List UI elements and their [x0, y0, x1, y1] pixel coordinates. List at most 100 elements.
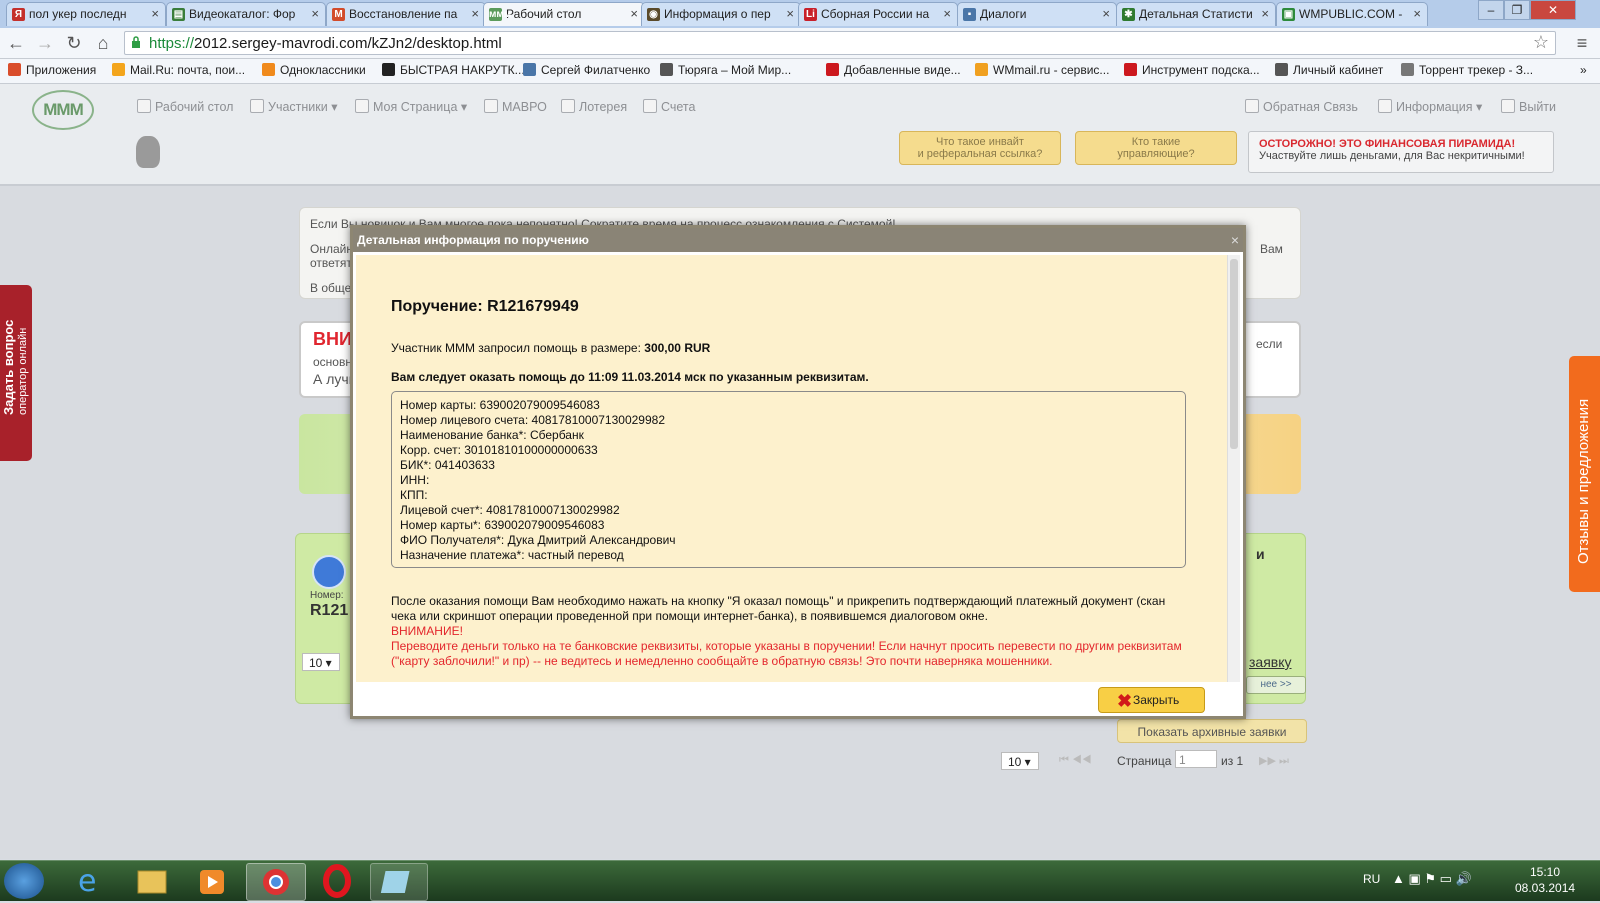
nav-my-page[interactable]: Моя Страница ▾ — [355, 99, 467, 114]
nav-mavro[interactable]: МАВРО — [484, 99, 547, 114]
file-explorer-icon[interactable] — [126, 863, 176, 899]
bookmark-favicon-icon — [1275, 63, 1288, 76]
bookmark-item[interactable]: Одноклассники — [262, 63, 366, 77]
bookmark-favicon-icon — [1124, 63, 1137, 76]
last-page-icon[interactable]: ▶▶ ⏭ — [1259, 754, 1289, 768]
bookmark-item[interactable]: БЫСТРАЯ НАКРУТК... — [382, 63, 525, 77]
clock-time[interactable]: 15:10 — [1530, 865, 1560, 879]
close-modal-button[interactable]: ✖ Закрыть — [1098, 687, 1205, 713]
browser-tab[interactable]: Li Сборная России на × — [798, 2, 958, 26]
bookmark-item[interactable]: Сергей Филатченко — [523, 63, 650, 77]
browser-tab[interactable]: ▣ WMPUBLIC.COM - × — [1276, 2, 1428, 26]
play-icon[interactable] — [312, 555, 346, 589]
tray-icons[interactable]: ▲ ▣ ⚑ ▭ 🔊 — [1392, 871, 1472, 887]
nav-accounts[interactable]: Счета — [643, 99, 695, 114]
nav-my-page-label: Моя Страница ▾ — [373, 100, 468, 114]
bookmark-item[interactable]: Инструмент подска... — [1124, 63, 1260, 77]
nav-lottery[interactable]: Лотерея — [561, 99, 627, 114]
ask-question-widget[interactable]: Задать вопрос оператор онлайн — [0, 285, 32, 461]
maximize-button[interactable]: ❐ — [1504, 0, 1530, 20]
bookmark-item[interactable]: Mail.Ru: почта, пои... — [112, 63, 245, 77]
nav-information-label: Информация ▾ — [1396, 100, 1483, 114]
managers-info-line2: управляющие? — [1117, 148, 1195, 160]
bookmark-item[interactable]: Добавленные виде... — [826, 63, 961, 77]
notice-line3: ответят — [310, 256, 352, 270]
tab-close-icon[interactable]: × — [311, 6, 319, 21]
chrome-icon[interactable] — [246, 863, 306, 901]
archive-requests-button[interactable]: Показать архивные заявки — [1117, 719, 1307, 743]
nav-information-icon — [1378, 99, 1392, 113]
language-indicator[interactable]: RU — [1363, 872, 1380, 886]
modal-close-icon[interactable]: × — [1231, 228, 1239, 252]
home-icon[interactable]: ⌂ — [91, 32, 115, 54]
bookmark-item[interactable]: Личный кабинет — [1275, 63, 1383, 77]
invite-info-button[interactable]: Что такое инвайт и реферальная ссылка? — [899, 131, 1061, 165]
per-page-select[interactable]: 10 ▾ — [1001, 752, 1039, 770]
ask-question-sub: оператор онлайн — [17, 327, 29, 415]
back-icon[interactable]: ← — [4, 32, 28, 54]
order-title: Поручение: R121679949 — [391, 298, 579, 315]
bookmark-item[interactable]: Приложения — [8, 63, 96, 77]
browser-tab[interactable]: ▪ Диалоги × — [957, 2, 1117, 26]
browser-tab[interactable]: ✱ Детальная Статисти × — [1116, 2, 1276, 26]
browser-tab[interactable]: ◉ Информация о пер × — [641, 2, 801, 26]
nav-feedback[interactable]: Обратная Связь — [1245, 99, 1358, 114]
first-page-icon[interactable]: ⏮ ◀◀ — [1059, 754, 1092, 767]
bookmark-item[interactable]: WMmail.ru - сервис... — [975, 63, 1109, 77]
page-input[interactable]: 1 — [1175, 750, 1217, 768]
tab-favicon-icon: ммм — [489, 8, 512, 21]
menu-icon[interactable]: ≡ — [1570, 32, 1594, 54]
opera-icon[interactable] — [312, 863, 362, 899]
tab-close-icon[interactable]: × — [943, 6, 951, 21]
more-bookmarks-icon[interactable]: » — [1580, 63, 1587, 77]
browser-tab[interactable]: ммм Рабочий стол × — [483, 2, 645, 26]
notes-app-icon[interactable] — [370, 863, 428, 901]
window-close-button[interactable]: ✕ — [1530, 0, 1576, 20]
more-button[interactable]: нее >> — [1246, 676, 1306, 694]
alert-line1: основн — [313, 355, 352, 369]
fraud-warning-label: ВНИМАНИЕ! — [391, 624, 463, 638]
nav-desktop[interactable]: Рабочий стол — [137, 99, 233, 114]
nav-participants[interactable]: Участники ▾ — [250, 99, 337, 114]
tab-close-icon[interactable]: × — [630, 6, 638, 21]
address-bar[interactable]: https://2012.sergey-mavrodi.com/kZJn2/de… — [124, 31, 1556, 55]
mmm-logo[interactable]: MMM — [32, 90, 94, 130]
start-button-icon[interactable] — [4, 863, 44, 899]
feedback-widget[interactable]: Отзывы и предложения — [1569, 356, 1600, 592]
tab-close-icon[interactable]: × — [1261, 6, 1269, 21]
bookmark-star-icon[interactable]: ☆ — [1533, 32, 1549, 53]
tab-close-icon[interactable]: × — [1102, 6, 1110, 21]
scrollbar-thumb[interactable] — [1230, 259, 1238, 449]
reload-icon[interactable]: ↻ — [62, 32, 86, 54]
modal-scrollbar[interactable] — [1227, 255, 1240, 682]
bookmark-item[interactable]: Тюряга – Мой Мир... — [660, 63, 791, 77]
alert-right-text: если — [1256, 337, 1283, 351]
clock-date[interactable]: 08.03.2014 — [1515, 881, 1575, 895]
tab-close-icon[interactable]: × — [786, 6, 794, 21]
nav-information[interactable]: Информация ▾ — [1378, 99, 1482, 114]
request-link[interactable]: заявку — [1249, 654, 1292, 670]
browser-tab-strip: Япол укер последн × ▤ Видеокаталог: Фор × M Во… — [0, 0, 1600, 28]
bookmark-item[interactable]: Торрент трекер - З... — [1401, 63, 1533, 77]
nav-logout[interactable]: Выйти — [1501, 99, 1556, 114]
tab-close-icon[interactable]: × — [151, 6, 159, 21]
media-player-icon[interactable] — [186, 863, 236, 899]
user-avatar[interactable] — [136, 136, 160, 168]
browser-tab[interactable]: Япол укер последн × — [6, 2, 166, 26]
order-number[interactable]: R121 — [310, 602, 348, 620]
managers-info-button[interactable]: Кто такие управляющие? — [1075, 131, 1237, 165]
per-page-select-left[interactable]: 10 ▾ — [302, 653, 340, 671]
tab-close-icon[interactable]: × — [1413, 6, 1421, 21]
tab-close-icon[interactable]: × — [471, 6, 479, 21]
forward-icon[interactable]: → — [33, 32, 57, 54]
nav-my-page-icon — [355, 99, 369, 113]
tab-label: Сборная России на — [821, 7, 930, 21]
tab-label: Восстановление па — [349, 7, 458, 21]
internet-explorer-icon[interactable]: e — [64, 863, 114, 899]
modal-title: Детальная информация по поручению — [357, 233, 589, 247]
detail-line: БИК*: 041403633 — [400, 458, 495, 472]
browser-tab[interactable]: ▤ Видеокаталог: Фор × — [166, 2, 326, 26]
detail-line: Номер карты*: 639002079009546083 — [400, 518, 605, 532]
browser-tab[interactable]: M Восстановление па × — [326, 2, 486, 26]
minimize-button[interactable]: – — [1478, 0, 1504, 20]
